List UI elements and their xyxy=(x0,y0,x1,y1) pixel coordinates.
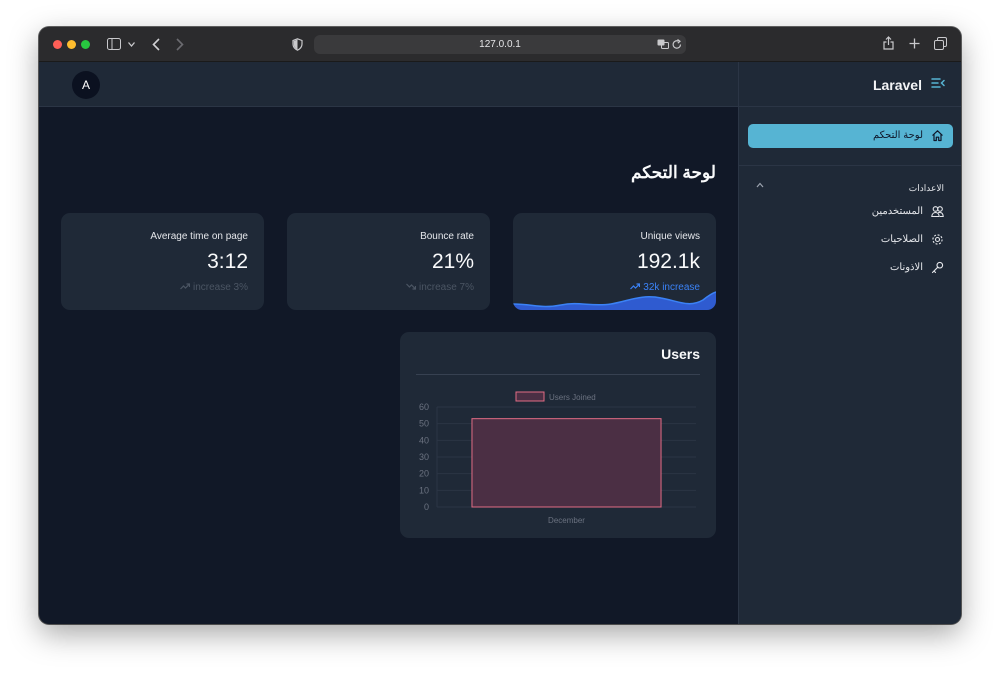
top-navbar: A xyxy=(39,62,738,107)
chevron-up-icon[interactable] xyxy=(756,182,764,188)
trending-down-icon xyxy=(406,283,417,290)
menu-collapse-icon[interactable] xyxy=(931,77,945,89)
y-tick-label: 30 xyxy=(419,452,429,462)
settings-group-title[interactable]: الاعدادات xyxy=(909,183,944,194)
y-tick-label: 40 xyxy=(419,435,429,445)
stat-label: Unique views xyxy=(640,231,700,242)
avatar[interactable]: A xyxy=(72,71,100,99)
bar-december xyxy=(471,418,662,508)
stat-value: 192.1k xyxy=(636,250,700,273)
sidebar-toggle-icon[interactable] xyxy=(107,38,121,50)
stat-card-bounce-rate: Bounce rate 21% increase 7% xyxy=(287,213,490,310)
users-icon xyxy=(931,206,944,218)
y-tick-label: 10 xyxy=(419,485,429,495)
trending-up-icon xyxy=(180,283,191,290)
minimize-window-button[interactable] xyxy=(67,40,76,49)
gear-icon xyxy=(932,234,943,245)
browser-window: 127.0.0.1 A Laravel لوحة التحكم الاعدادا… xyxy=(39,27,961,624)
tab-overview-icon[interactable] xyxy=(934,37,947,50)
stat-value: 21% xyxy=(431,250,474,273)
reload-icon[interactable] xyxy=(672,39,682,50)
sidebar-header: Laravel xyxy=(739,62,961,107)
zoom-window-button[interactable] xyxy=(81,40,90,49)
stat-label: Bounce rate xyxy=(420,231,474,242)
stat-delta: increase 7% xyxy=(406,282,474,293)
chevron-down-icon[interactable] xyxy=(128,42,135,47)
share-icon[interactable] xyxy=(883,36,894,50)
stat-card-unique-views: Unique views 192.1k 32k increase xyxy=(513,213,716,310)
home-icon xyxy=(932,130,943,142)
sidebar-item-label: المستخدمين xyxy=(871,206,923,217)
browser-toolbar: 127.0.0.1 xyxy=(39,27,961,62)
page-title: لوحة التحكم xyxy=(630,163,716,182)
key-icon xyxy=(931,261,944,274)
stat-label: Average time on page xyxy=(150,231,248,242)
x-tick-label: December xyxy=(548,516,585,525)
new-tab-icon[interactable] xyxy=(909,38,920,49)
address-url: 127.0.0.1 xyxy=(479,39,521,50)
y-tick-label: 50 xyxy=(419,419,429,429)
sidebar-item-dashboard[interactable]: لوحة التحكم xyxy=(748,124,953,148)
brand-name[interactable]: Laravel xyxy=(873,77,922,93)
stat-delta-text: increase 3% xyxy=(192,282,248,293)
sidebar-item-users[interactable]: المستخدمين xyxy=(738,202,961,222)
translate-icon[interactable] xyxy=(657,39,669,49)
sparkline-wave xyxy=(513,291,716,310)
y-tick-label: 0 xyxy=(424,502,429,512)
sidebar-item-label: لوحة التحكم xyxy=(872,130,923,141)
sidebar-item-label: الاذونات xyxy=(889,262,923,273)
back-icon[interactable] xyxy=(152,38,160,51)
stat-value: 3:12 xyxy=(207,250,248,273)
sidebar-item-label: الصلاحيات xyxy=(880,234,923,245)
users-bar-chart: 0 10 20 30 40 50 60 Users Joined December xyxy=(419,391,696,525)
card-divider xyxy=(416,374,700,375)
sidebar-divider xyxy=(739,165,961,166)
sidebar: Laravel لوحة التحكم الاعدادات المستخدمين xyxy=(738,62,961,624)
shield-icon[interactable] xyxy=(292,38,303,51)
users-card-title: Users xyxy=(661,346,700,362)
trending-up-icon xyxy=(630,283,641,290)
sidebar-item-grants[interactable]: الاذونات xyxy=(738,258,961,278)
close-window-button[interactable] xyxy=(53,40,62,49)
stat-delta-text: increase 7% xyxy=(418,282,474,293)
stat-card-average-time: Average time on page 3:12 increase 3% xyxy=(61,213,264,310)
forward-icon[interactable] xyxy=(176,38,184,51)
legend-swatch xyxy=(515,391,545,402)
users-chart-card: Users 0 10 20 30 40 50 60 Users Joined December xyxy=(400,332,716,538)
y-tick-label: 60 xyxy=(419,402,429,412)
address-bar[interactable]: 127.0.0.1 xyxy=(314,35,686,54)
stat-delta: increase 3% xyxy=(180,282,248,293)
app: A Laravel لوحة التحكم الاعدادات المستخدم… xyxy=(39,62,961,624)
sidebar-item-permissions[interactable]: الصلاحيات xyxy=(738,230,961,250)
y-tick-label: 20 xyxy=(419,469,429,479)
legend-label: Users Joined xyxy=(549,393,596,402)
